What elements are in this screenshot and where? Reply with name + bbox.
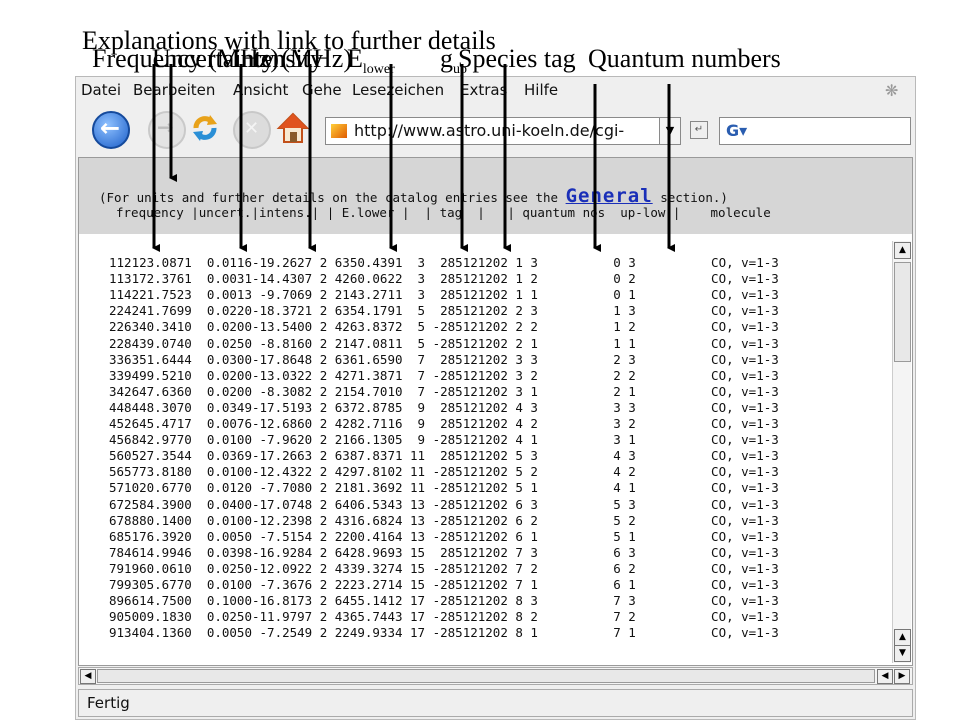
annotation-arrows — [152, 64, 675, 252]
